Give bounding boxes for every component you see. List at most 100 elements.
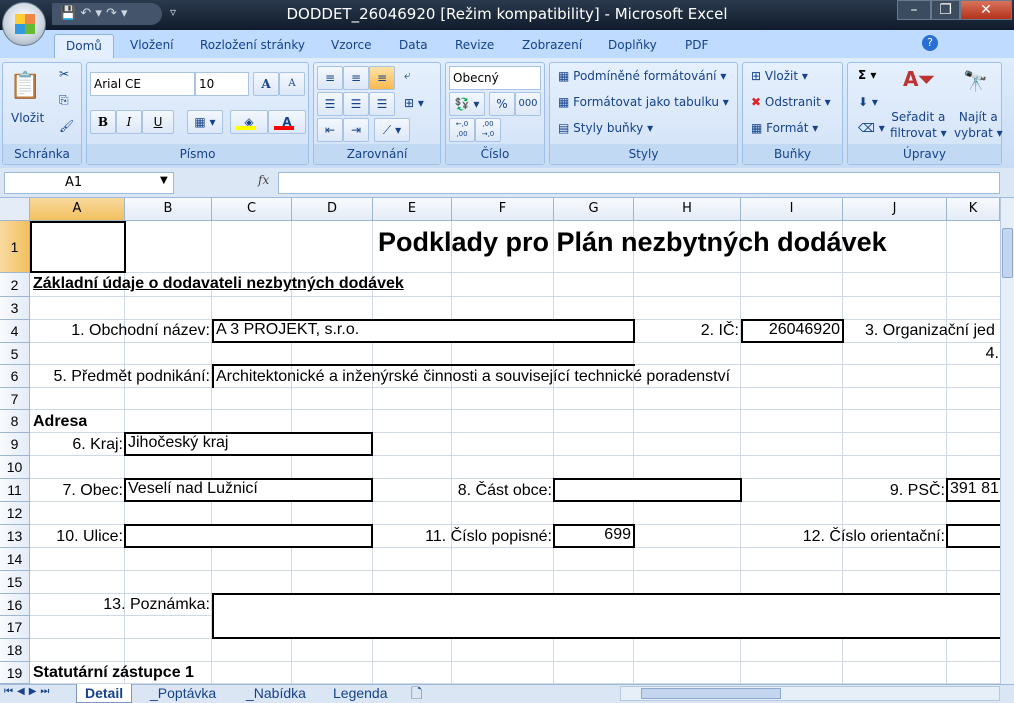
- align-bottom-button[interactable]: ≡: [369, 66, 395, 90]
- tab-zobrazeni[interactable]: Zobrazení: [522, 34, 582, 58]
- column-header-D[interactable]: D: [292, 198, 373, 221]
- conditional-formatting-button[interactable]: ▦ Podmíněné formátování ▾: [558, 69, 726, 83]
- insert-function-icon[interactable]: fx: [258, 173, 269, 187]
- field-ic[interactable]: 26046920: [741, 319, 844, 343]
- column-header-J[interactable]: J: [843, 198, 947, 221]
- close-button[interactable]: ✕: [960, 0, 1012, 20]
- fill-button[interactable]: ⬇ ▾: [858, 95, 878, 109]
- thousands-button[interactable]: 000: [515, 92, 541, 116]
- column-header-E[interactable]: E: [373, 198, 452, 221]
- row-header-5[interactable]: 5: [0, 343, 30, 365]
- number-format-select[interactable]: Obecný: [449, 66, 541, 90]
- row-header-17[interactable]: 17: [0, 616, 30, 639]
- minimize-button[interactable]: –: [897, 0, 931, 20]
- sheet-tab-nabidka[interactable]: _Nabídka: [238, 684, 314, 703]
- sheet-nav-arrows[interactable]: ⏮◀▶⏭: [4, 686, 53, 697]
- name-box[interactable]: A1: [4, 172, 174, 194]
- tab-domu[interactable]: Domů: [54, 34, 114, 58]
- redo-icon[interactable]: ↷ ▾: [106, 6, 128, 21]
- row-header-11[interactable]: 11: [0, 479, 30, 502]
- field-obec[interactable]: Veselí nad Lužnicí: [124, 478, 373, 502]
- active-cell-a1[interactable]: [30, 221, 126, 273]
- save-icon[interactable]: 💾: [60, 6, 76, 21]
- tab-vzorce[interactable]: Vzorce: [331, 34, 372, 58]
- row-header-15[interactable]: 15: [0, 571, 30, 594]
- align-top-button[interactable]: ≡: [317, 66, 343, 90]
- field-poznamka[interactable]: [212, 593, 1012, 639]
- row-header-1[interactable]: 1: [0, 221, 30, 273]
- tab-doplnky[interactable]: Doplňky: [608, 34, 657, 58]
- tab-data[interactable]: Data: [399, 34, 428, 58]
- grow-font-button[interactable]: A: [253, 72, 279, 96]
- column-header-F[interactable]: F: [452, 198, 554, 221]
- row-header-10[interactable]: 10: [0, 456, 30, 479]
- formula-input[interactable]: [278, 172, 1000, 194]
- tab-revize[interactable]: Revize: [455, 34, 494, 58]
- underline-button[interactable]: U: [142, 110, 174, 134]
- field-cislo-orientacni[interactable]: [946, 524, 1006, 548]
- merge-center-icon[interactable]: ⊞ ▾: [404, 96, 424, 110]
- field-cislo-popisne[interactable]: 699: [553, 524, 635, 548]
- row-header-4[interactable]: 4: [0, 320, 30, 343]
- row-header-18[interactable]: 18: [0, 639, 30, 662]
- row-header-14[interactable]: 14: [0, 548, 30, 571]
- scroll-thumb[interactable]: [1002, 228, 1013, 278]
- row-header-8[interactable]: 8: [0, 410, 30, 433]
- decrease-decimal-button[interactable]: ,00 →,0: [475, 118, 501, 142]
- row-header-9[interactable]: 9: [0, 433, 30, 456]
- cut-icon[interactable]: ✂: [59, 67, 69, 81]
- insert-cells-button[interactable]: ⊞ Vložit ▾: [751, 69, 808, 83]
- font-name-select[interactable]: Arial CE: [90, 72, 195, 96]
- align-right-button[interactable]: ☰: [369, 92, 395, 116]
- field-predmet-podnikani[interactable]: Architektonické a inženýrské činnosti a …: [216, 366, 730, 388]
- column-header-H[interactable]: H: [634, 198, 741, 221]
- field-psc[interactable]: 391 81: [946, 478, 1006, 502]
- field-ulice[interactable]: [124, 524, 373, 548]
- hscroll-thumb[interactable]: [641, 688, 781, 699]
- find-select-button[interactable]: Najít a vybrat ▾: [954, 109, 1003, 141]
- column-header-G[interactable]: G: [554, 198, 634, 221]
- percent-button[interactable]: %: [489, 92, 515, 116]
- increase-indent-button[interactable]: ⇥: [343, 118, 369, 142]
- horizontal-scrollbar[interactable]: [620, 686, 1000, 701]
- sheet-tab-detail[interactable]: Detail: [76, 684, 133, 703]
- currency-button[interactable]: 💱 ▾: [449, 92, 485, 116]
- copy-icon[interactable]: ⎘: [59, 93, 69, 108]
- borders-button[interactable]: ▦ ▾: [187, 110, 223, 134]
- column-header-B[interactable]: B: [125, 198, 212, 221]
- row-header-19[interactable]: 19: [0, 662, 30, 684]
- shrink-font-button[interactable]: A: [279, 72, 305, 96]
- row-header-7[interactable]: 7: [0, 388, 30, 410]
- delete-cells-button[interactable]: ✖ Odstranit ▾: [751, 95, 831, 109]
- office-button[interactable]: [2, 2, 46, 46]
- row-header-13[interactable]: 13: [0, 525, 30, 548]
- customize-qat-icon[interactable]: ▿: [170, 5, 176, 19]
- cell-styles-button[interactable]: ▤ Styly buňky ▾: [558, 121, 653, 135]
- name-box-dropdown-icon[interactable]: ▼: [160, 175, 168, 186]
- format-painter-icon[interactable]: 🖌: [59, 119, 74, 133]
- field-obchodni-nazev[interactable]: A 3 PROJEKT, s.r.o.: [212, 319, 635, 343]
- column-header-K[interactable]: K: [947, 198, 1000, 221]
- field-kraj[interactable]: Jihočeský kraj: [124, 432, 373, 456]
- column-header-A[interactable]: A: [30, 198, 125, 221]
- autosum-button[interactable]: Σ ▾: [858, 68, 876, 82]
- help-icon[interactable]: ?: [922, 35, 938, 51]
- sheet-tab-poptavka[interactable]: _Poptávka: [142, 684, 224, 703]
- row-header-12[interactable]: 12: [0, 502, 30, 525]
- tab-vlozeni[interactable]: Vložení: [130, 34, 174, 58]
- align-center-button[interactable]: ☰: [343, 92, 369, 116]
- format-as-table-button[interactable]: ▦ Formátovat jako tabulku ▾: [558, 95, 729, 109]
- row-header-16[interactable]: 16: [0, 594, 30, 616]
- sort-filter-button[interactable]: Seřadit a filtrovat ▾: [890, 109, 947, 141]
- vertical-scrollbar[interactable]: [1000, 198, 1014, 684]
- tab-pdf[interactable]: PDF: [685, 34, 708, 58]
- tab-rozlozeni-stranky[interactable]: Rozložení stránky: [200, 34, 305, 58]
- wrap-text-icon[interactable]: ⤶: [404, 68, 411, 83]
- row-header-2[interactable]: 2: [0, 273, 30, 297]
- bold-button[interactable]: B: [90, 110, 116, 134]
- increase-decimal-button[interactable]: ←,0 ,00: [449, 118, 475, 142]
- font-color-button[interactable]: A: [268, 110, 306, 134]
- decrease-indent-button[interactable]: ⇤: [317, 118, 343, 142]
- column-header-C[interactable]: C: [212, 198, 292, 221]
- align-left-button[interactable]: ☰: [317, 92, 343, 116]
